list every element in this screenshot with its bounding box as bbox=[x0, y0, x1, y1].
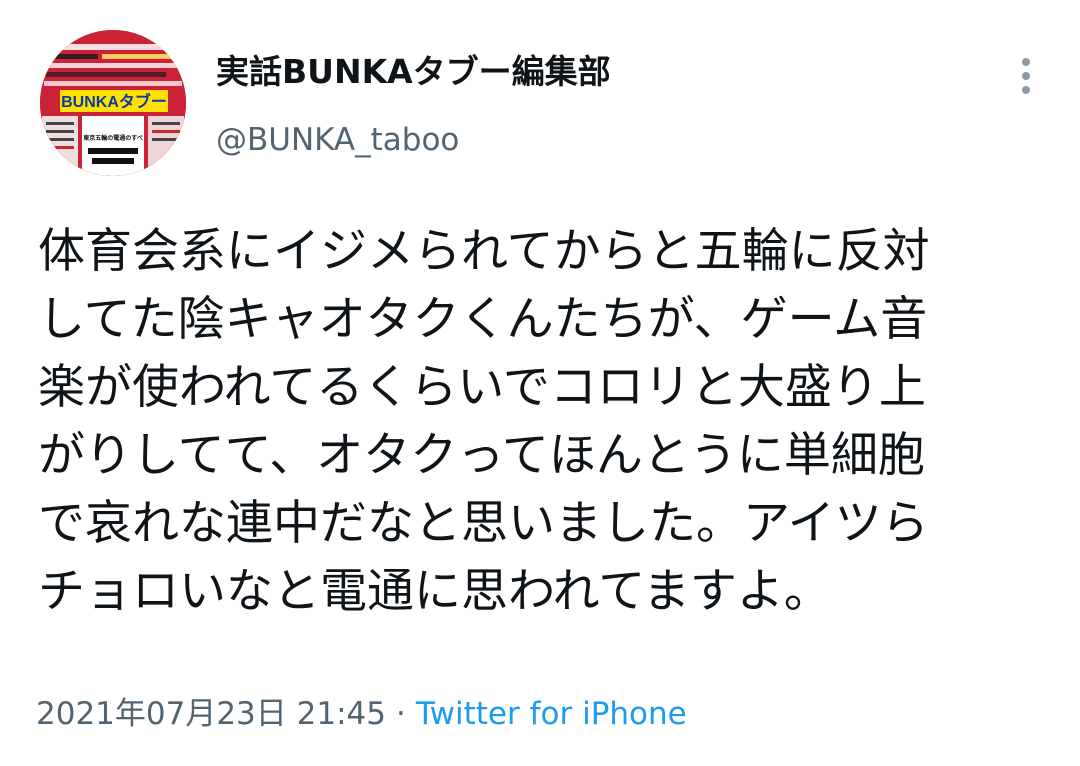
tweet-text-line: してた陰キャオタクくんたちが、ゲーム音 bbox=[38, 292, 928, 347]
tweet-text-line: 体育会系にイジメられてからと五輪に反対 bbox=[38, 224, 930, 279]
tweet-text-line: で哀れな連中だなと思いました。アイツら bbox=[38, 496, 929, 551]
meta-separator: · bbox=[395, 696, 406, 732]
tweet-text: 体育会系にイジメられてからと五輪に反対 してた陰キャオタクくんたちが、ゲーム音 … bbox=[38, 218, 1042, 626]
tweet-text-line: チョロいなと電通に思われてますよ。 bbox=[38, 564, 831, 619]
magazine-cover-image: BUNKAタブー 東京五輪の電通のすべ bbox=[40, 30, 186, 176]
author-handle[interactable]: @BUNKA_taboo bbox=[216, 120, 459, 160]
tweet-timestamp[interactable]: 2021年07月23日 21:45 bbox=[36, 696, 386, 732]
avatar-cover-title: BUNKAタブー bbox=[61, 92, 167, 111]
avatar[interactable]: BUNKAタブー 東京五輪の電通のすべ bbox=[40, 30, 186, 176]
tweet: BUNKAタブー 東京五輪の電通のすべ 実話BUNKAタブー編集部 @BUNKA… bbox=[0, 0, 1080, 766]
tweet-text-line: 楽が使われてるくらいでコロリと大盛り上 bbox=[38, 360, 926, 415]
author-display-name[interactable]: 実話BUNKAタブー編集部 bbox=[216, 52, 611, 92]
tweet-source-link[interactable]: Twitter for iPhone bbox=[416, 696, 687, 732]
more-vertical-icon bbox=[1022, 58, 1030, 94]
tweet-text-line: がりしてて、オタクってほんとうに単細胞 bbox=[38, 428, 925, 483]
avatar-cover-headline: 東京五輪の電通のすべ bbox=[83, 134, 143, 142]
tweet-metadata: 2021年07月23日 21:45 · Twitter for iPhone bbox=[36, 694, 687, 734]
more-options-button[interactable] bbox=[1004, 52, 1048, 100]
